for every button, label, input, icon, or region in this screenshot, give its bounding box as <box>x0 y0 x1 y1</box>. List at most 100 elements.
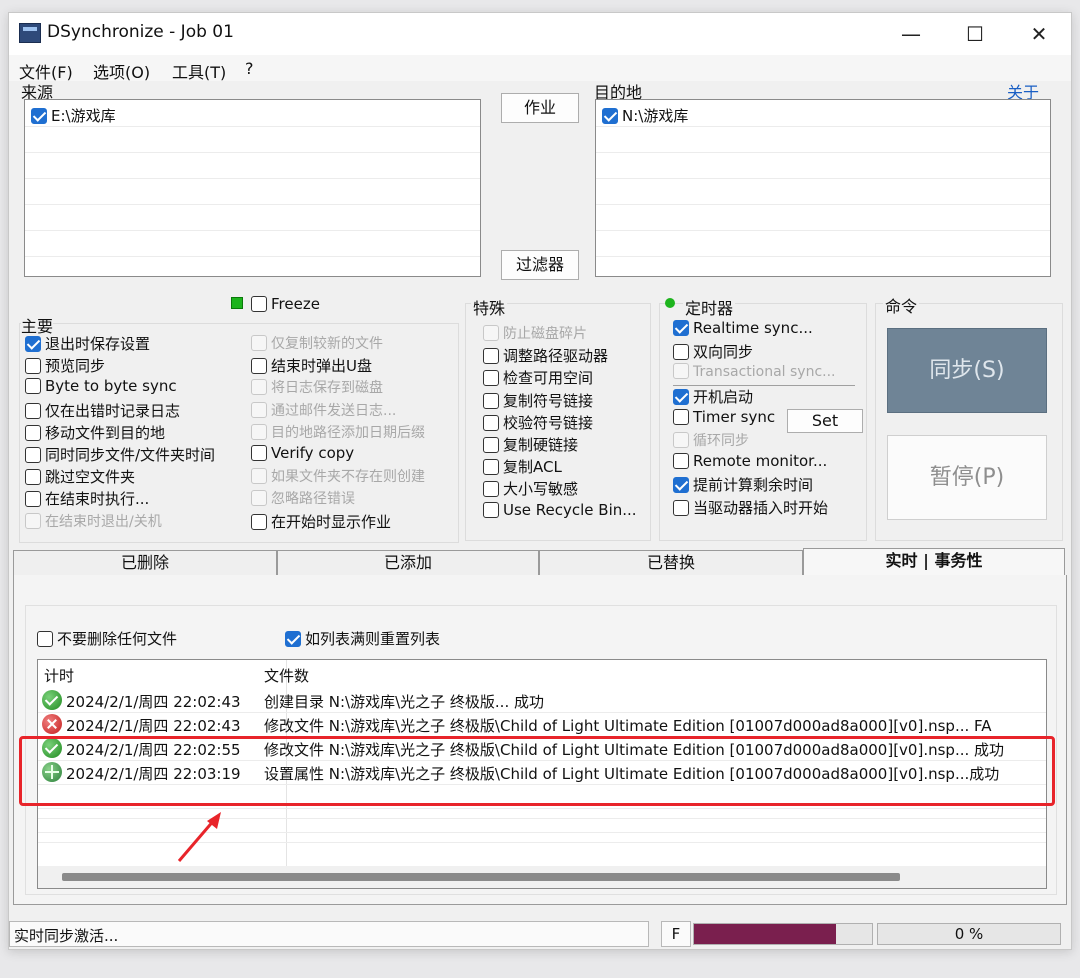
main-right-checkbox-1[interactable] <box>251 358 267 375</box>
main-left-checkbox-5[interactable] <box>25 447 41 463</box>
timer-option-1[interactable]: 双向同步 <box>673 341 753 362</box>
main-left-label-0: 退出时保存设置 <box>45 335 151 353</box>
destination-item[interactable]: N:\游戏库 <box>602 105 688 126</box>
timer-checkbox-2 <box>673 363 689 380</box>
special-option-0: 防止磁盘碎片 <box>483 323 587 343</box>
special-label-8: Use Recycle Bin... <box>503 500 637 519</box>
special-option-8[interactable]: Use Recycle Bin... <box>483 501 637 519</box>
menu-tools[interactable]: 工具(T) <box>172 59 226 83</box>
pause-button[interactable]: 暂停(P) <box>887 435 1047 520</box>
app-window: DSynchronize - Job 01 — ☐ ✕ 文件(F) 选项(O) … <box>8 12 1072 950</box>
freeze-checkbox[interactable] <box>251 296 267 312</box>
no-delete-checkbox[interactable] <box>37 631 53 647</box>
no-delete-option[interactable]: 不要删除任何文件 <box>37 628 177 649</box>
main-right-option-5[interactable]: Verify copy <box>251 444 354 462</box>
tab-realtime[interactable]: 实时 | 事务性 <box>803 548 1065 576</box>
main-right-option-3: 通过邮件发送日志... <box>251 400 396 420</box>
special-checkbox-1[interactable] <box>483 348 499 365</box>
main-left-option-3[interactable]: 仅在出错时记录日志 <box>25 400 180 421</box>
special-option-6[interactable]: 复制ACL <box>483 456 562 477</box>
timer-checkbox-8[interactable] <box>673 499 689 516</box>
reset-list-checkbox[interactable] <box>285 631 301 647</box>
special-option-2[interactable]: 检查可用空间 <box>483 367 593 388</box>
special-checkbox-4[interactable] <box>483 414 499 431</box>
freeze-option[interactable]: Freeze <box>251 295 320 313</box>
timer-checkbox-6[interactable] <box>673 453 689 470</box>
special-checkbox-7[interactable] <box>483 481 499 498</box>
horizontal-scrollbar[interactable] <box>38 866 1046 888</box>
special-option-5[interactable]: 复制硬链接 <box>483 434 578 455</box>
main-left-checkbox-1[interactable] <box>25 358 41 375</box>
destination-list[interactable]: N:\游戏库 <box>595 99 1051 277</box>
special-option-7[interactable]: 大小写敏感 <box>483 478 578 499</box>
main-right-label-7: 忽略路径错误 <box>271 491 355 508</box>
source-item[interactable]: E:\游戏库 <box>31 105 116 126</box>
main-left-option-4[interactable]: 移动文件到目的地 <box>25 422 165 443</box>
special-checkbox-5[interactable] <box>483 437 499 453</box>
main-left-option-5[interactable]: 同时同步文件/文件夹时间 <box>25 444 215 465</box>
timer-checkbox-1[interactable] <box>673 344 689 361</box>
table-row[interactable]: 2024/2/1/周四 22:02:43 修改文件 N:\游戏库\光之子 终极版\… <box>38 712 1046 736</box>
timer-option-3[interactable]: 开机启动 <box>673 386 753 407</box>
special-checkbox-8[interactable] <box>483 501 499 518</box>
timer-checkbox-4[interactable] <box>673 408 689 425</box>
main-left-checkbox-0[interactable] <box>25 336 41 352</box>
main-left-option-2[interactable]: Byte to byte sync <box>25 377 177 395</box>
source-item-checkbox[interactable] <box>31 108 47 124</box>
maximize-button[interactable]: ☐ <box>943 13 1007 55</box>
main-left-option-0[interactable]: 退出时保存设置 <box>25 333 150 354</box>
freeze-label: Freeze <box>271 295 320 313</box>
timer-option-0[interactable]: Realtime sync... <box>673 319 813 337</box>
timer-checkbox-7[interactable] <box>673 477 689 494</box>
timer-checkbox-3[interactable] <box>673 388 689 405</box>
main-right-checkbox-5[interactable] <box>251 445 267 461</box>
filter-button[interactable]: 过滤器 <box>501 250 579 280</box>
special-label-6: 复制ACL <box>503 458 562 477</box>
column-header-files[interactable]: 文件数 <box>264 665 309 686</box>
tab-replaced[interactable]: 已替换 <box>539 550 803 576</box>
reset-list-option[interactable]: 如列表满则重置列表 <box>285 628 440 649</box>
main-left-option-6[interactable]: 跳过空文件夹 <box>25 466 135 487</box>
main-left-option-7[interactable]: 在结束时执行... <box>25 488 149 509</box>
close-button[interactable]: ✕ <box>1007 13 1071 55</box>
job-button[interactable]: 作业 <box>501 93 579 123</box>
tab-deleted[interactable]: 已删除 <box>13 550 277 576</box>
scrollbar-thumb[interactable] <box>62 873 900 881</box>
timer-option-7[interactable]: 提前计算剩余时间 <box>673 474 813 495</box>
menu-options[interactable]: 选项(O) <box>93 59 150 83</box>
main-left-label-5: 同时同步文件/文件夹时间 <box>45 446 216 464</box>
source-list[interactable]: E:\游戏库 <box>24 99 481 277</box>
menu-help[interactable]: ? <box>245 59 254 78</box>
timer-option-6[interactable]: Remote monitor... <box>673 452 827 470</box>
destination-item-checkbox[interactable] <box>602 108 618 124</box>
timer-checkbox-0[interactable] <box>673 320 689 336</box>
special-option-3[interactable]: 复制符号链接 <box>483 390 593 411</box>
commands-label: 命令 <box>883 293 920 317</box>
main-right-label-0: 仅复制较新的文件 <box>271 336 383 352</box>
main-left-checkbox-6[interactable] <box>25 469 41 486</box>
main-right-checkbox-8[interactable] <box>251 513 267 530</box>
main-right-option-7: 忽略路径错误 <box>251 488 355 508</box>
main-left-checkbox-4[interactable] <box>25 424 41 441</box>
special-label-3: 复制符号链接 <box>503 391 594 410</box>
table-row[interactable]: 2024/2/1/周四 22:02:43 创建目录 N:\游戏库\光之子 终极版.… <box>38 688 1046 712</box>
status-text: 实时同步激活... <box>9 921 649 947</box>
main-left-checkbox-7[interactable] <box>25 491 41 508</box>
timer-option-4[interactable]: Timer sync <box>673 408 775 426</box>
special-checkbox-6[interactable] <box>483 459 499 476</box>
tab-added[interactable]: 已添加 <box>277 550 539 576</box>
main-left-checkbox-3[interactable] <box>25 402 41 419</box>
timer-option-8[interactable]: 当驱动器插入时开始 <box>673 497 828 518</box>
minimize-button[interactable]: — <box>879 13 943 55</box>
column-header-time[interactable]: 计时 <box>44 665 74 686</box>
main-left-checkbox-2[interactable] <box>25 378 41 395</box>
sync-button[interactable]: 同步(S) <box>887 328 1047 413</box>
special-option-4[interactable]: 校验符号链接 <box>483 412 593 433</box>
special-option-1[interactable]: 调整路径驱动器 <box>483 345 608 366</box>
timer-set-button[interactable]: Set <box>787 409 863 433</box>
main-left-option-1[interactable]: 预览同步 <box>25 355 105 376</box>
special-checkbox-2[interactable] <box>483 370 499 387</box>
main-right-option-8[interactable]: 在开始时显示作业 <box>251 511 391 532</box>
special-checkbox-3[interactable] <box>483 392 499 409</box>
main-right-option-1[interactable]: 结束时弹出U盘 <box>251 355 372 376</box>
